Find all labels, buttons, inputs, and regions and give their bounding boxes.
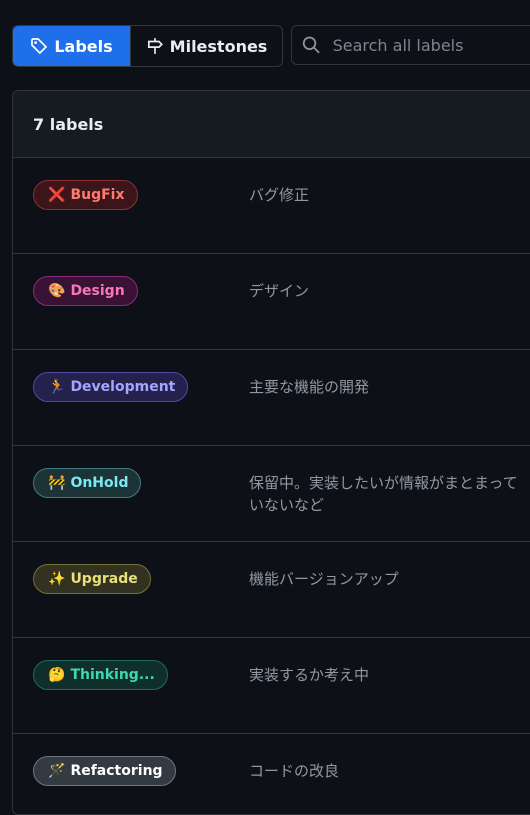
label-row: ✨ Upgrade 機能バージョンアップ [13,542,530,638]
milestones-tab-label: Milestones [169,36,268,56]
label-row: 🚧 OnHold 保留中。実装したいが情報がまとまっていないなど [13,446,530,542]
label-description: バグ修正 [249,186,310,204]
label-name: Refactoring [70,763,163,779]
milestones-tab[interactable]: Milestones [130,26,282,66]
labels-count: 7 labels [33,114,104,134]
label-row: ❌ BugFix バグ修正 [13,158,530,254]
label-badge[interactable]: ❌ BugFix [33,180,138,210]
search-input[interactable] [330,34,530,56]
label-description: 機能バージョンアップ [249,570,399,588]
label-description: 主要な機能の開発 [249,378,370,396]
label-badge[interactable]: 🪄 Refactoring [33,756,176,786]
labels-list: 7 labels ❌ BugFix バグ修正 🎨 Design デザイン 🏃 Developm… [12,90,530,815]
milestone-icon [147,38,163,54]
label-description: 実装するか考え中 [249,666,370,684]
label-name: Thinking... [70,667,155,683]
label-name: OnHold [70,475,129,491]
label-badge[interactable]: 🤔 Thinking... [33,660,168,690]
label-badge[interactable]: 🚧 OnHold [33,468,142,498]
label-badge[interactable]: ✨ Upgrade [33,564,151,594]
label-emoji-icon: ❌ [48,187,66,203]
search-box [291,25,530,65]
label-emoji-icon: 🚧 [48,475,66,491]
label-row: 🏃 Development 主要な機能の開発 [13,350,530,446]
labels-tab-label: Labels [54,36,113,56]
label-name: Design [70,283,125,299]
label-emoji-icon: 🎨 [48,283,66,299]
label-row: 🤔 Thinking... 実装するか考え中 [13,638,530,734]
labels-count-header: 7 labels [13,91,530,158]
label-badge[interactable]: 🎨 Design [33,276,138,306]
label-emoji-icon: 🤔 [48,667,66,683]
label-emoji-icon: ✨ [48,571,66,587]
labels-tab[interactable]: Labels [13,26,130,66]
label-name: Upgrade [70,571,138,587]
label-emoji-icon: 🪄 [48,763,66,779]
label-emoji-icon: 🏃 [48,379,66,395]
label-description: デザイン [249,282,310,300]
labels-milestones-switch: Labels Milestones [12,25,283,67]
label-description: 保留中。実装したいが情報がまとまっていないなど [249,474,518,514]
label-description: コードの改良 [249,762,340,780]
label-row: 🎨 Design デザイン [13,254,530,350]
label-name: Development [70,379,176,395]
label-badge[interactable]: 🏃 Development [33,372,189,402]
tag-icon [31,38,48,55]
topbar: Labels Milestones [12,25,530,67]
label-row: 🪄 Refactoring コードの改良 [13,734,530,814]
search-icon [302,36,320,54]
label-name: BugFix [70,187,125,203]
